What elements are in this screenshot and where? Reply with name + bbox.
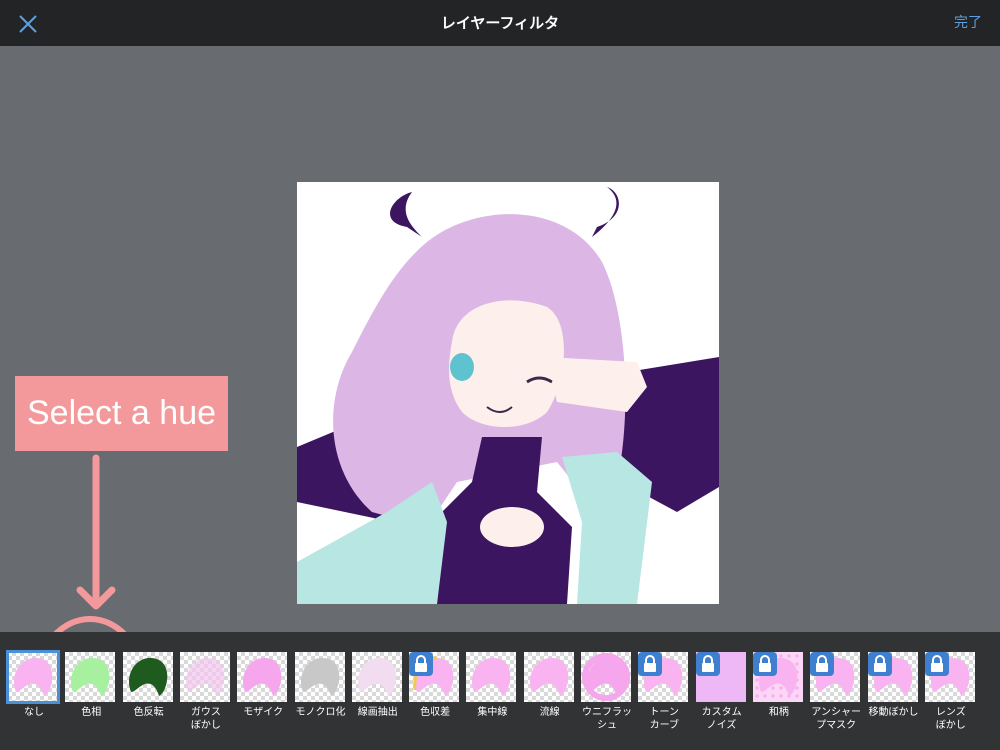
filter-preview-icon [128,657,167,696]
filter-thumbnail [351,652,402,702]
filter-thumbnail [65,652,116,702]
lock-icon [924,652,949,676]
lock-icon [810,652,835,676]
close-button[interactable] [14,10,42,38]
filter-thumbnail [409,652,460,702]
filter-preview-icon [582,653,630,701]
lock-icon [752,652,777,676]
lock-icon [638,652,663,676]
filter-thumbnail [523,652,574,702]
filter-thumbnail [581,652,631,702]
filter-thumbnail [695,652,746,702]
filter-preview-icon [300,657,339,696]
lock-icon [695,652,720,676]
filter-thumbnail [237,652,288,702]
lock-icon [867,652,892,676]
filter-thumbnail [867,652,918,702]
filter-thumbnail [924,652,975,702]
page-title: レイヤーフィルタ [440,14,560,32]
filter-preview-icon [357,657,397,696]
filter-preview-icon [13,657,53,696]
filter-preview-icon [243,657,282,696]
artwork-image [297,187,719,604]
filter-thumbnail [752,652,803,702]
done-button[interactable]: 完了 [954,0,982,46]
filter-thumbnail [810,652,861,702]
close-icon [19,15,37,33]
filter-thumbnail [6,650,60,704]
filter-preview-icon [185,657,225,696]
top-bar: レイヤーフィルタ 完了 [0,0,1000,46]
filter-thumbnail [122,652,173,702]
layer-canvas[interactable] [297,182,719,604]
filter-preview-icon [71,657,110,696]
annotation-callout: Select a hue [15,376,228,451]
lock-icon [409,652,434,676]
filter-thumbnail [638,652,689,702]
filter-preview-icon [472,657,511,696]
filter-preview-icon [529,657,568,696]
filter-label: レンズ ぼかし [935,707,966,731]
filter-thumbnail [179,652,230,702]
filter-thumbnail [294,652,345,702]
filter-thumbnail [466,652,517,702]
callout-text: Select a hue [26,394,217,432]
